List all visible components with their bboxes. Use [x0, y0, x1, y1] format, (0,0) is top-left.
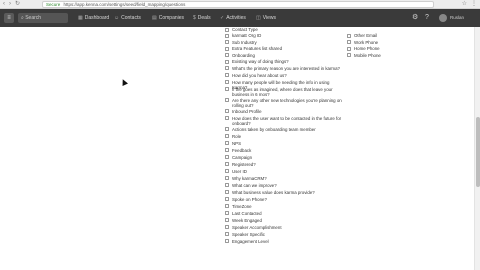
field-checkbox[interactable]	[225, 87, 229, 91]
field-option[interactable]: How many people will be needing the info…	[225, 80, 345, 90]
field-option[interactable]: Spoke on Phone?	[225, 197, 345, 204]
field-option[interactable]: What can we improve?	[225, 183, 345, 190]
field-option[interactable]: If the goes as imagined, where does that…	[225, 87, 345, 98]
dashboard-icon: ▦	[78, 15, 83, 21]
nav-deals[interactable]: $ Deals	[193, 13, 211, 23]
field-option[interactable]: Week Engaged	[225, 218, 345, 225]
gear-icon[interactable]: ⚙	[412, 13, 418, 23]
field-option[interactable]: Last Contacted	[225, 211, 345, 218]
field-checkbox[interactable]	[347, 46, 351, 51]
field-checkbox[interactable]	[225, 141, 229, 145]
contacts-icon: ☺	[114, 15, 120, 21]
field-option[interactable]: Feedback	[225, 148, 345, 155]
field-list-secondary: Other Email Work Phone Home Phone Mobile…	[347, 27, 407, 59]
field-option[interactable]: How did you hear about us?	[225, 73, 345, 80]
field-option[interactable]: What business value does karma provide?	[225, 190, 345, 197]
field-checkbox[interactable]	[225, 232, 229, 236]
user-name[interactable]: Ruslan	[450, 13, 464, 23]
views-icon: ◫	[256, 15, 261, 21]
reload-icon[interactable]: ↻	[15, 0, 20, 9]
field-option[interactable]: Role	[225, 134, 345, 141]
field-option[interactable]: Speaker Specific	[225, 232, 345, 239]
field-checkbox[interactable]	[225, 116, 229, 120]
field-option[interactable]: Inbound Profile	[225, 109, 345, 116]
companies-icon: ▤	[152, 15, 157, 21]
nav-contacts[interactable]: ☺ Contacts	[114, 13, 141, 23]
app-navbar: ≡ ⌕ Search ▦ Dashboard ☺ Contacts ▤ Compani…	[0, 9, 480, 27]
field-checkbox[interactable]	[225, 148, 229, 152]
secure-label: Secure	[46, 2, 61, 7]
field-option[interactable]: Speaker Accomplishment	[225, 225, 345, 232]
field-checkbox[interactable]	[225, 239, 229, 243]
back-icon[interactable]: ‹	[3, 0, 5, 9]
field-option[interactable]: Engagement Level	[225, 239, 345, 246]
field-checkbox[interactable]	[225, 225, 229, 229]
field-checkbox[interactable]	[225, 183, 229, 187]
field-checkbox[interactable]	[225, 46, 229, 51]
bookmark-icon[interactable]: ☆	[462, 0, 467, 9]
field-checkbox[interactable]	[225, 109, 229, 113]
field-checkbox[interactable]	[225, 98, 229, 102]
nav-views[interactable]: ◫ Views	[256, 13, 276, 23]
field-checkbox[interactable]	[225, 176, 229, 180]
field-checkbox[interactable]	[347, 53, 351, 57]
field-option[interactable]: User ID	[225, 169, 345, 176]
browser-toolbar: ‹ › ↻ Secure https://app.kenna.com/setti…	[0, 0, 480, 9]
home-logo-icon[interactable]: ≡	[4, 13, 14, 23]
field-option[interactable]: Are there any other new technologies you…	[225, 98, 345, 109]
field-option[interactable]: NPS	[225, 141, 345, 148]
field-checkbox[interactable]	[225, 197, 229, 201]
forward-icon[interactable]: ›	[9, 0, 11, 9]
search-input[interactable]: ⌕ Search	[18, 13, 68, 23]
field-checkbox[interactable]	[225, 59, 229, 64]
field-option[interactable]: Campaign	[225, 155, 345, 162]
field-checkbox[interactable]	[225, 127, 229, 131]
search-placeholder: Search	[25, 15, 42, 21]
field-checkbox[interactable]	[225, 155, 229, 159]
field-checkbox[interactable]	[225, 134, 229, 138]
field-option[interactable]: How does the user want to be contacted i…	[225, 116, 345, 127]
page-scrollbar[interactable]	[474, 27, 480, 270]
deals-icon: $	[193, 15, 196, 21]
help-icon[interactable]: ?	[425, 13, 429, 23]
field-option[interactable]: Mobile Phone	[347, 53, 407, 60]
field-checkbox[interactable]	[347, 40, 351, 44]
field-checkbox[interactable]	[225, 169, 229, 173]
field-checkbox[interactable]	[225, 190, 229, 194]
nav-activities[interactable]: ✓ Activities	[220, 13, 246, 23]
url-text: https://app.kenna.com/settings/seed/fiel…	[63, 2, 186, 7]
field-checkbox[interactable]	[225, 204, 229, 208]
field-checkbox[interactable]	[225, 73, 229, 77]
field-checkbox[interactable]	[225, 53, 229, 57]
field-checkbox[interactable]	[225, 80, 229, 84]
field-checkbox[interactable]	[225, 162, 229, 166]
scrollbar-thumb[interactable]	[476, 117, 480, 187]
field-checkbox[interactable]	[225, 40, 229, 44]
mouse-cursor-icon	[120, 78, 128, 86]
field-checkbox[interactable]	[347, 33, 351, 38]
nav-companies[interactable]: ▤ Companies	[152, 13, 184, 23]
avatar[interactable]	[439, 14, 447, 22]
field-checkbox[interactable]	[225, 66, 229, 70]
address-bar[interactable]: Secure https://app.kenna.com/settings/se…	[42, 1, 434, 8]
field-option[interactable]: What's the primary reason you are intere…	[225, 66, 345, 73]
nav-dashboard[interactable]: ▦ Dashboard	[78, 13, 109, 23]
field-option[interactable]: Why karmaCRM?	[225, 176, 345, 183]
field-checkbox[interactable]	[225, 27, 229, 32]
field-checkbox[interactable]	[225, 211, 229, 215]
field-option[interactable]: Actions taken by onboarding team member	[225, 127, 345, 134]
field-checkbox[interactable]	[225, 218, 229, 222]
field-list: Contact Type karmaE Org ID Sub Industry …	[225, 27, 345, 246]
activities-icon: ✓	[220, 15, 225, 21]
field-option[interactable]: Registered?	[225, 162, 345, 169]
menu-icon[interactable]: ⋮	[471, 0, 477, 9]
field-checkbox[interactable]	[225, 33, 229, 38]
field-option[interactable]: TimeZone	[225, 204, 345, 211]
